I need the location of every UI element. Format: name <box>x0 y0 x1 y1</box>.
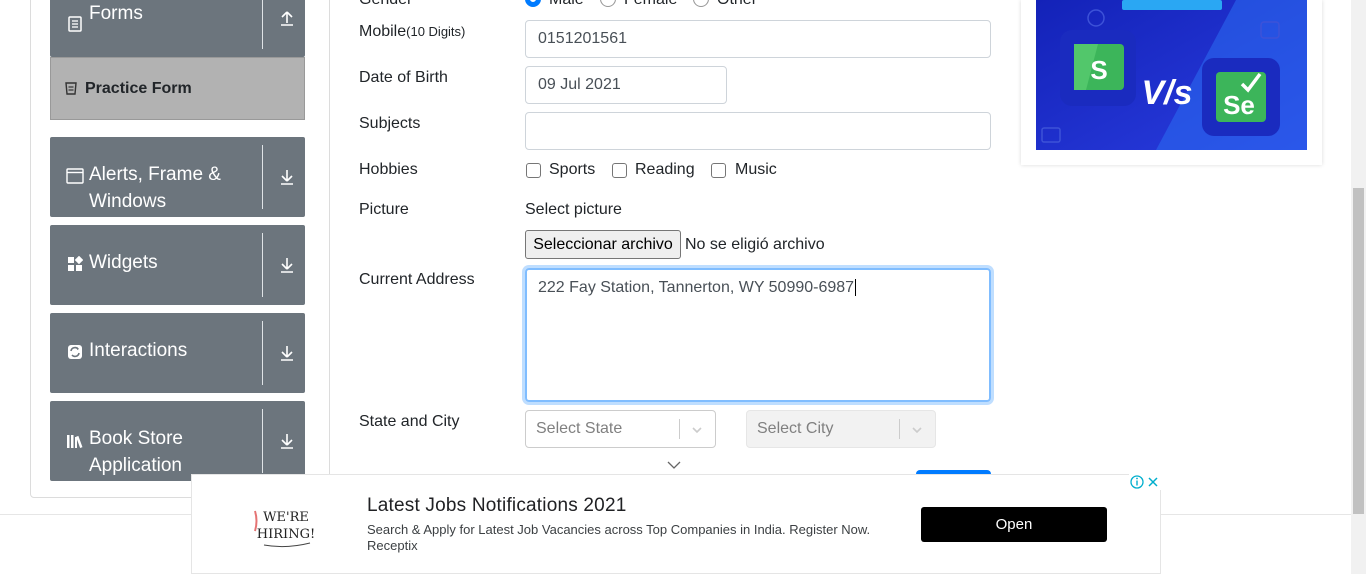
sidebar-group-label: Alerts, Frame & <box>89 164 221 185</box>
gender-female-label[interactable]: Female <box>624 0 677 9</box>
dob-label: Date of Birth <box>359 69 448 86</box>
interactions-icon <box>66 343 84 361</box>
hiring-logo: WE'RE HIRING! <box>252 497 318 553</box>
hobbies-label: Hobbies <box>359 161 418 178</box>
sidebar-group-alerts[interactable]: Alerts, Frame & Windows <box>50 137 305 217</box>
sidebar-group-label-line2: Application <box>89 455 182 476</box>
window-icon <box>66 167 84 185</box>
sidebar-group-label: Forms <box>89 3 143 24</box>
sidebar-group-interactions[interactable]: Interactions <box>50 313 305 393</box>
form-icon <box>65 82 79 96</box>
bottom-ad[interactable]: WE'RE HIRING! Latest Jobs Notifications … <box>191 474 1161 574</box>
gender-male-radio[interactable] <box>525 0 541 7</box>
hiring-line1: WE'RE <box>263 510 309 525</box>
dob-input[interactable]: 09 Jul 2021 <box>525 66 727 104</box>
hobby-music-label[interactable]: Music <box>735 161 777 179</box>
choose-file-button[interactable]: Seleccionar archivo <box>525 230 681 259</box>
gender-male-label[interactable]: Male <box>549 0 584 9</box>
address-value: 222 Fay Station, Tannerton, WY 50990-698… <box>538 279 855 296</box>
current-address-label: Current Address <box>359 271 475 288</box>
city-placeholder: Select City <box>757 420 834 437</box>
ad-description: Search & Apply for Latest Job Vacancies … <box>367 522 887 554</box>
ad-banner-image[interactable]: S V/s Se <box>1036 0 1307 150</box>
state-city-label: State and City <box>359 413 460 430</box>
sidebar-group-label: Widgets <box>89 252 158 273</box>
sidebar-item-practice-form[interactable]: Practice Form <box>50 57 305 120</box>
chevron-down-icon[interactable] <box>666 458 682 470</box>
ad-open-button[interactable]: Open <box>921 507 1107 542</box>
scrollbar-thumb[interactable] <box>1353 188 1364 514</box>
sidebar-item-label: Practice Form <box>85 80 192 97</box>
gender-label: Gender <box>359 0 412 9</box>
forms-icon <box>66 15 84 33</box>
mobile-input[interactable]: 0151201561 <box>525 20 991 58</box>
arrow-down-icon <box>278 168 296 186</box>
divider <box>262 0 263 49</box>
divider <box>899 419 900 439</box>
sidebar-group-label-line2: Windows <box>89 191 167 212</box>
books-icon <box>66 432 84 450</box>
text-cursor <box>855 279 857 296</box>
svg-text:S: S <box>1090 55 1107 85</box>
divider <box>262 145 263 209</box>
divider <box>262 409 263 473</box>
ad-advertiser: Receptix <box>367 538 418 553</box>
sidebar-group-forms[interactable]: Forms <box>50 0 305 57</box>
divider <box>262 233 263 297</box>
gender-female-radio[interactable] <box>600 0 616 7</box>
picture-label: Picture <box>359 201 409 218</box>
subjects-input[interactable] <box>525 112 991 150</box>
page: Forms Practice Form Alerts, Frame & Wind… <box>0 0 1366 574</box>
sidebar-group-bookstore[interactable]: Book Store Application <box>50 401 305 481</box>
state-select[interactable]: Select State <box>525 410 716 448</box>
city-select[interactable]: Select City <box>746 410 936 448</box>
hobby-music-checkbox[interactable] <box>711 163 726 178</box>
divider <box>679 419 680 439</box>
chevron-down-icon <box>690 423 704 437</box>
arrow-down-icon <box>278 432 296 450</box>
mobile-hint: (10 Digits) <box>406 24 466 39</box>
gender-other-radio[interactable] <box>693 0 709 7</box>
file-status: No se eligió archivo <box>685 236 825 253</box>
svg-text:Se: Se <box>1223 90 1255 120</box>
svg-text:V/s: V/s <box>1141 74 1192 112</box>
mobile-label: Mobile(10 Digits) <box>359 23 465 41</box>
gender-other-label[interactable]: Other <box>717 0 757 9</box>
hobby-reading-label[interactable]: Reading <box>635 161 695 179</box>
sidebar-group-label: Book Store <box>89 428 183 449</box>
hiring-line2: HIRING! <box>257 527 315 542</box>
current-address-textarea[interactable]: 222 Fay Station, Tannerton, WY 50990-698… <box>525 268 991 402</box>
chevron-down-icon <box>910 423 924 437</box>
adchoices-icon[interactable] <box>1129 474 1161 490</box>
hobby-reading-checkbox[interactable] <box>612 163 627 178</box>
hobby-sports-checkbox[interactable] <box>526 163 541 178</box>
sidebar-group-label: Interactions <box>89 340 188 361</box>
arrow-down-icon <box>278 344 296 362</box>
state-placeholder: Select State <box>536 420 623 437</box>
arrow-down-icon <box>278 256 296 274</box>
hobby-sports-label[interactable]: Sports <box>549 161 595 179</box>
select-picture-text: Select picture <box>525 201 622 218</box>
subjects-label: Subjects <box>359 115 421 132</box>
ad-headline[interactable]: Latest Jobs Notifications 2021 <box>367 495 627 517</box>
widgets-icon <box>66 255 84 273</box>
arrow-up-icon <box>278 9 296 27</box>
mobile-label-text: Mobile <box>359 23 407 40</box>
sidebar-group-widgets[interactable]: Widgets <box>50 225 305 305</box>
divider <box>262 321 263 385</box>
ad-description-text: Search & Apply for Latest Job Vacancies … <box>367 522 871 537</box>
